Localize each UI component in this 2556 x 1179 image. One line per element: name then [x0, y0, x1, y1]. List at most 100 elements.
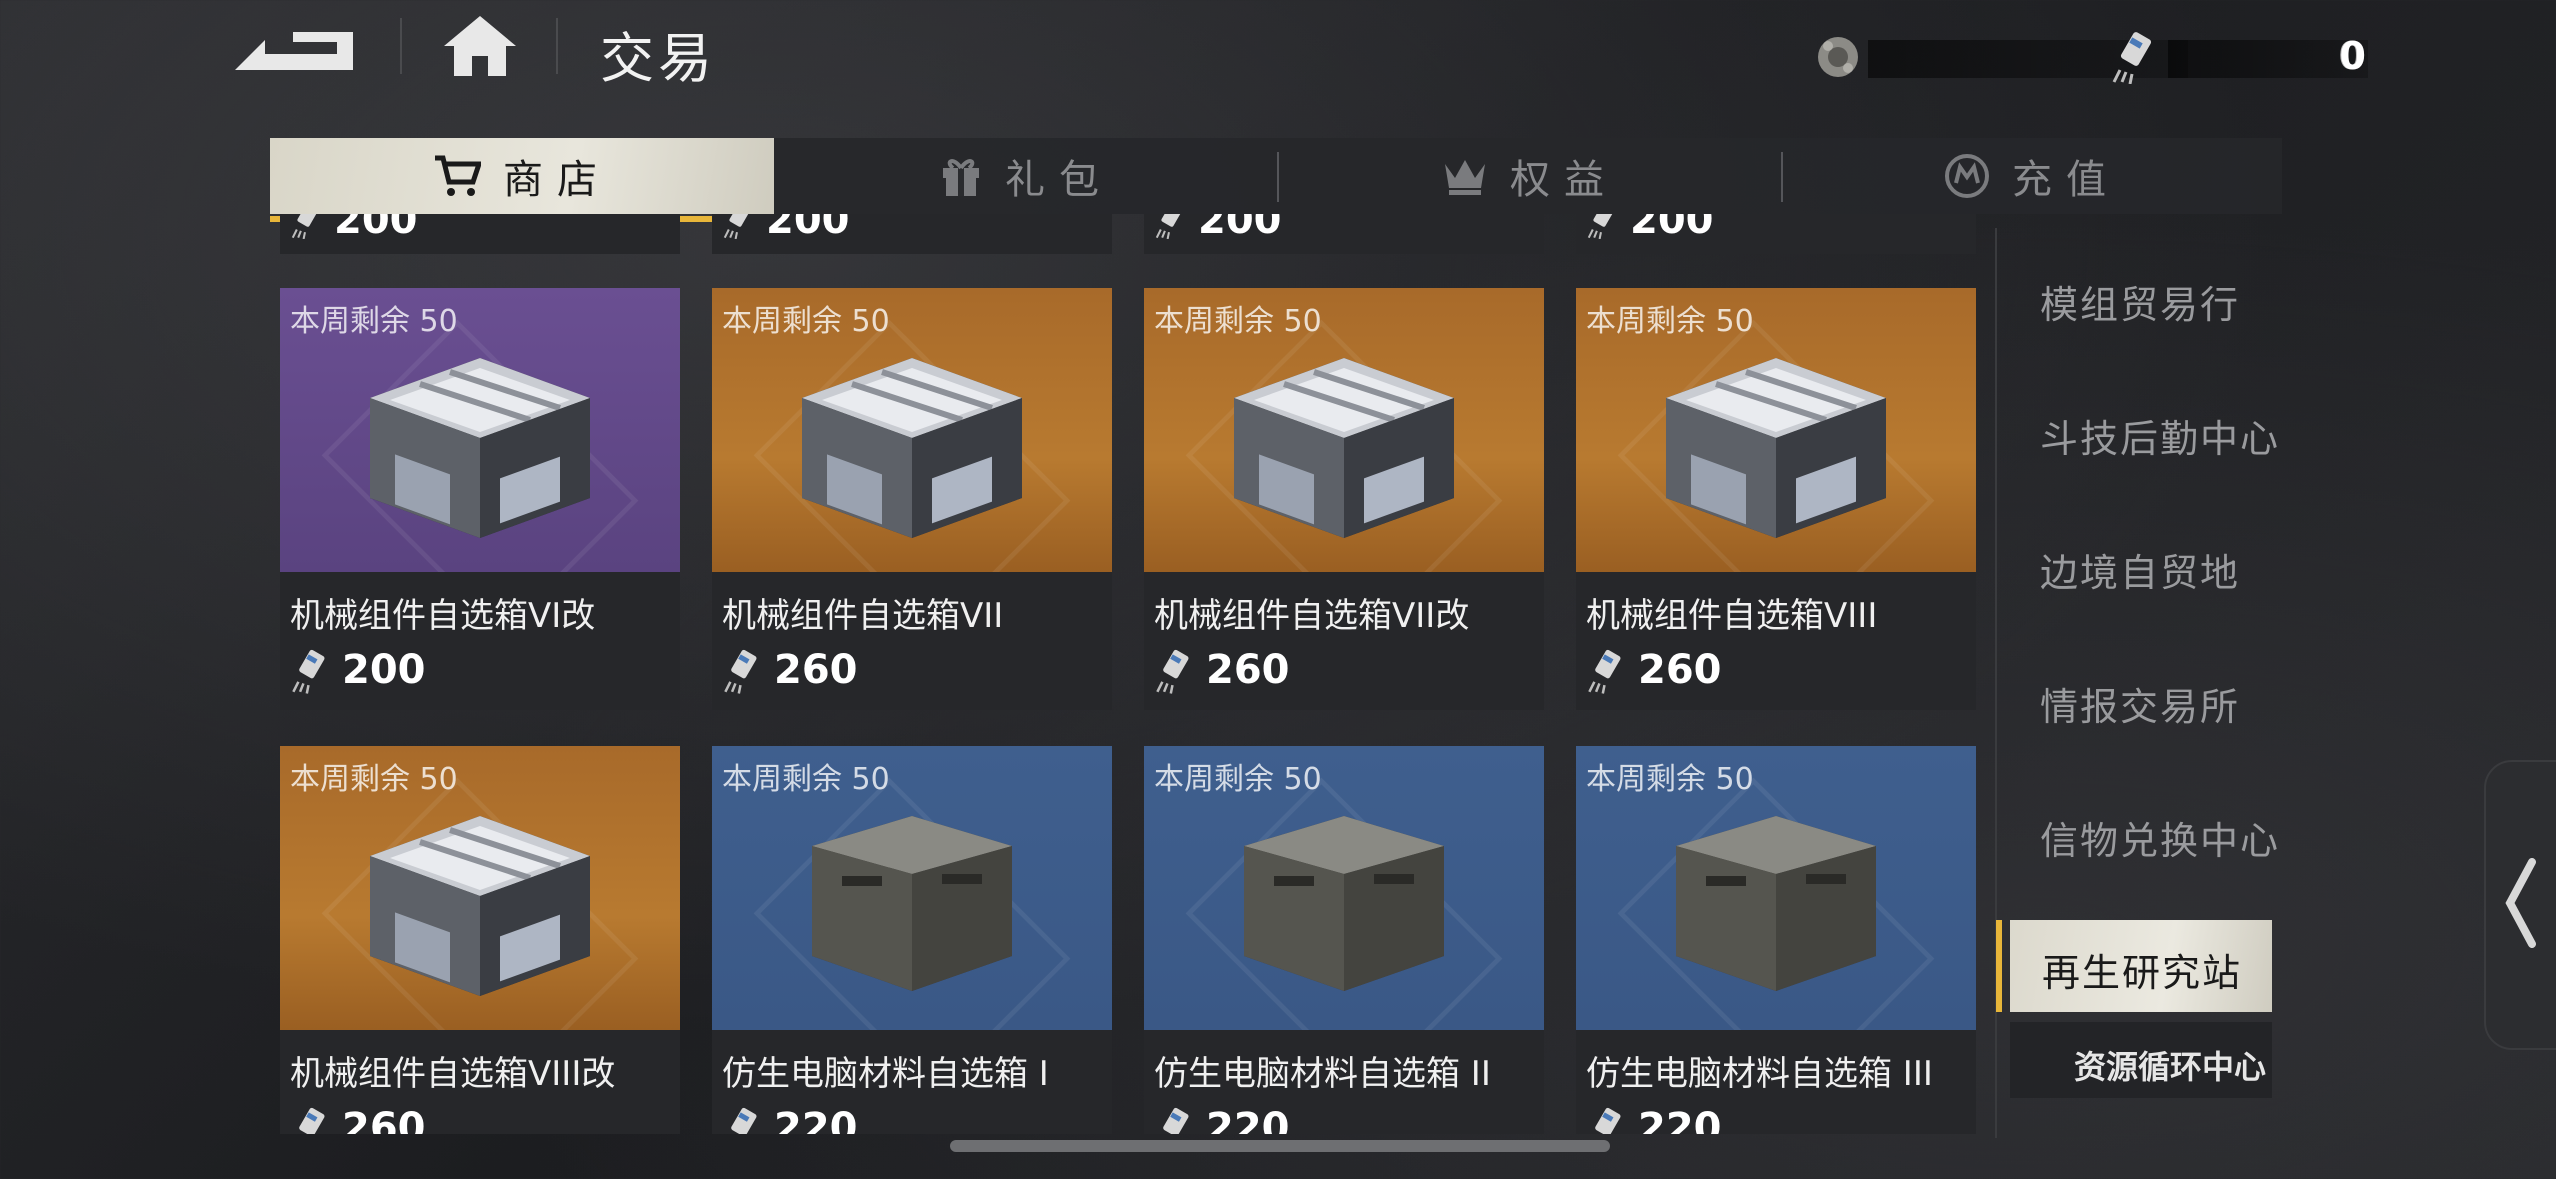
tab-recharge[interactable]: 充值 [1782, 138, 2282, 214]
side-item-arena-logistics[interactable]: 斗技后勤中心 [2040, 408, 2280, 463]
item-card-partial[interactable]: 200 [712, 214, 1112, 254]
back-button[interactable] [225, 18, 365, 78]
chip-token-icon [1588, 649, 1621, 694]
silver-crate-icon [370, 358, 590, 538]
weekly-remaining: 本周剩余 50 [1154, 762, 1322, 797]
home-button[interactable] [440, 12, 520, 80]
dark-crate-icon [1244, 816, 1444, 991]
item-name: 仿生电脑材料自选箱 III [1586, 1054, 1933, 1094]
weekly-remaining: 本周剩余 50 [722, 304, 890, 339]
item-name: 机械组件自选箱VIII [1586, 596, 1878, 636]
header-divider [400, 18, 402, 74]
side-item-border-market[interactable]: 边境自贸地 [2040, 542, 2240, 597]
item-card[interactable]: 本周剩余 50 机械组件自选箱VII 260 [712, 288, 1112, 710]
cart-icon [435, 155, 481, 196]
tab-label: 商店 [503, 157, 611, 203]
item-card-partial[interactable]: 200 [1576, 214, 1976, 254]
chip-token-icon [731, 1107, 757, 1134]
item-price: 200 [290, 214, 418, 248]
item-price: 200 [722, 214, 850, 248]
item-image: 本周剩余 50 [280, 288, 680, 572]
item-name: 机械组件自选箱VI改 [290, 596, 596, 636]
tab-label: 礼包 [1005, 157, 1113, 203]
chip-token-icon [291, 214, 318, 239]
item-card[interactable]: 本周剩余 50 仿生电脑材料自选箱 III 220 [1576, 746, 1976, 1134]
item-name: 机械组件自选箱VII改 [1154, 596, 1470, 636]
price-value: 220 [1638, 1105, 1722, 1134]
gift-icon [943, 159, 979, 196]
item-image: 本周剩余 50 [712, 288, 1112, 572]
side-subitem-resource-cycle[interactable]: 资源循环中心 [2010, 1022, 2272, 1098]
item-price: 220 [1154, 1100, 1290, 1134]
silver-crate-icon [1666, 358, 1886, 538]
item-name: 机械组件自选箱VIII改 [290, 1054, 616, 1094]
weekly-remaining: 本周剩余 50 [1586, 304, 1754, 339]
item-name: 仿生电脑材料自选箱 I [722, 1054, 1049, 1094]
crown-icon [1445, 160, 1485, 195]
currency-value: 0 [2339, 34, 2366, 78]
item-price: 260 [1154, 642, 1290, 698]
price-value: 220 [1206, 1105, 1290, 1134]
price-value: 260 [1206, 647, 1290, 693]
item-price: 200 [290, 642, 426, 698]
home-icon [444, 16, 516, 76]
side-item-intel-exchange[interactable]: 情报交易所 [2040, 676, 2240, 731]
weekly-remaining: 本周剩余 50 [1586, 762, 1754, 797]
chevron-left-icon [2505, 858, 2536, 948]
item-card[interactable]: 本周剩余 50 机械组件自选箱VII改 260 [1144, 288, 1544, 710]
back-arrow-icon [235, 32, 353, 70]
weekly-remaining: 本周剩余 50 [290, 762, 458, 797]
item-card[interactable]: 本周剩余 50 机械组件自选箱VI改 200 [280, 288, 680, 710]
item-card[interactable]: 本周剩余 50 机械组件自选箱VIII 260 [1576, 288, 1976, 710]
currency-bar [2168, 40, 2368, 78]
silver-crate-icon [802, 358, 1022, 538]
side-drawer-handle[interactable] [2484, 760, 2556, 1050]
side-active-indicator [1996, 920, 2002, 1012]
scroll-indicator[interactable] [950, 1140, 1610, 1152]
weekly-remaining: 本周剩余 50 [1154, 304, 1322, 339]
silver-crate-icon [1234, 358, 1454, 538]
item-price: 260 [290, 1100, 426, 1134]
tab-bar: 商店 礼包 权益 充值 [270, 138, 2282, 222]
tab-benefits[interactable]: 权益 [1278, 138, 1782, 214]
page-title: 交易 [600, 27, 716, 90]
item-price: 220 [722, 1100, 858, 1134]
item-image: 本周剩余 50 [1576, 746, 1976, 1030]
item-price: 220 [1586, 1100, 1722, 1134]
price-value: 260 [1638, 647, 1722, 693]
chip-token-icon [1595, 1107, 1621, 1134]
dark-crate-icon [1676, 816, 1876, 991]
chip-token-icon [724, 649, 757, 694]
side-item-token-exchange[interactable]: 信物兑换中心 [2040, 810, 2280, 865]
side-item-regen-station[interactable]: 再生研究站 [2010, 920, 2272, 1012]
tab-shop[interactable]: 商店 [270, 138, 774, 222]
header-divider [556, 18, 558, 74]
chip-token-icon [723, 214, 750, 239]
item-card-partial[interactable]: 200 [280, 214, 680, 254]
item-card[interactable]: 本周剩余 50 仿生电脑材料自选箱 I 220 [712, 746, 1112, 1134]
price-value: 200 [342, 647, 426, 693]
side-item-mod-trade[interactable]: 模组贸易行 [2040, 274, 2240, 329]
tab-label: 权益 [1510, 157, 1618, 203]
price-value: 260 [342, 1105, 426, 1134]
chip-token-icon [2112, 32, 2152, 84]
chip-token-icon [299, 1107, 325, 1134]
item-name: 机械组件自选箱VII [722, 596, 1004, 636]
price-value: 260 [774, 647, 858, 693]
side-subitem-label: 资源循环中心 [2074, 1048, 2267, 1086]
item-card[interactable]: 本周剩余 50 仿生电脑材料自选箱 II 220 [1144, 746, 1544, 1134]
item-card-partial[interactable]: 200 [1144, 214, 1544, 254]
chip-token-icon [1156, 649, 1189, 694]
item-price: 200 [1586, 214, 1714, 248]
item-card[interactable]: 本周剩余 50 机械组件自选箱VIII改 260 [280, 746, 680, 1134]
weekly-remaining: 本周剩余 50 [290, 304, 458, 339]
item-grid: 200 200 200 200 本周剩余 50 机械组件自选箱VI改 200 本周剩… [270, 214, 1990, 1134]
tab-label: 充值 [2012, 157, 2120, 203]
chip-token-icon [1163, 1107, 1189, 1134]
chip-token-icon [1587, 214, 1614, 239]
price-value: 220 [774, 1105, 858, 1134]
weekly-remaining: 本周剩余 50 [722, 762, 890, 797]
item-image: 本周剩余 50 [280, 746, 680, 1030]
silver-crate-icon [370, 816, 590, 996]
tab-gift[interactable]: 礼包 [774, 138, 1278, 214]
